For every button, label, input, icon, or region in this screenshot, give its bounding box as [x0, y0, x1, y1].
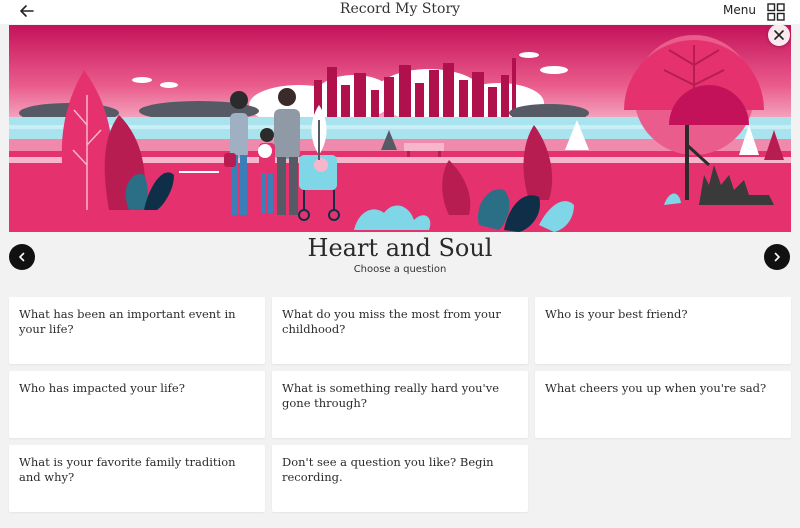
- family-park-illustration: [9, 25, 791, 232]
- page-title: Record My Story: [339, 1, 461, 17]
- next-category-button[interactable]: [764, 244, 790, 270]
- question-card[interactable]: What is your favorite family tradition a…: [9, 445, 265, 512]
- close-button[interactable]: [768, 24, 790, 46]
- begin-recording-card[interactable]: Don't see a question you like? Begin rec…: [272, 445, 528, 512]
- question-card[interactable]: What has been an important event in your…: [9, 297, 265, 364]
- question-card[interactable]: What cheers you up when you're sad?: [535, 371, 791, 438]
- hero-illustration: [9, 25, 791, 232]
- top-bar: Record My Story Menu: [0, 0, 800, 24]
- question-card[interactable]: What is something really hard you've gon…: [272, 371, 528, 438]
- chevron-right-icon: [774, 252, 780, 262]
- category-title: Heart and Soul: [307, 234, 493, 262]
- question-card[interactable]: Who is your best friend?: [535, 297, 791, 364]
- question-card[interactable]: Who has impacted your life?: [9, 371, 265, 438]
- grid-menu-button[interactable]: [766, 2, 786, 22]
- close-icon: [774, 30, 784, 40]
- question-card[interactable]: What do you miss the most from your chil…: [272, 297, 528, 364]
- menu-button[interactable]: Menu: [723, 3, 756, 17]
- grid-icon: [767, 3, 785, 21]
- category-subtitle: Choose a question: [353, 264, 447, 275]
